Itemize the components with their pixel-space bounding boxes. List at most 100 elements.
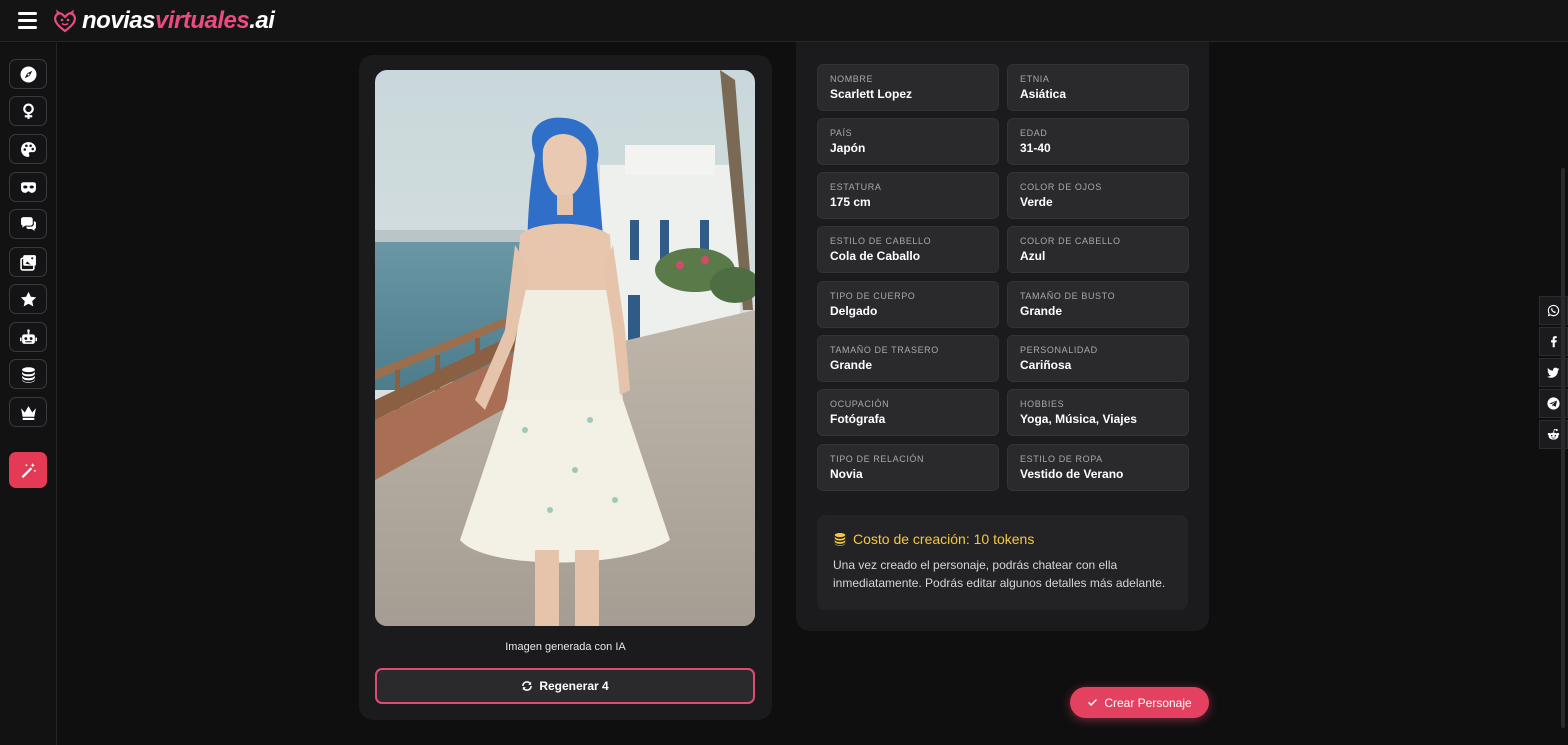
field-label: ESTILO DE ROPA xyxy=(1020,454,1103,464)
field-occupation: OCUPACIÓN Fotógrafa xyxy=(817,389,999,436)
robot-icon xyxy=(19,328,37,344)
field-label: TAMAÑO DE BUSTO xyxy=(1020,291,1116,301)
star-icon xyxy=(20,291,36,306)
field-label: TIPO DE RELACIÓN xyxy=(830,454,925,464)
creation-cost-text: Costo de creación: 10 tokens xyxy=(853,531,1035,547)
field-label: TAMAÑO DE TRASERO xyxy=(830,345,939,355)
field-label: TIPO DE CUERPO xyxy=(830,291,916,301)
details-panel: NOMBRE Scarlett Lopez ETNIA Asiática PAÍ… xyxy=(796,42,1209,631)
logo[interactable]: noviasvirtuales.ai xyxy=(52,6,275,36)
creation-cost-box: Costo de creación: 10 tokens Una vez cre… xyxy=(817,515,1188,610)
field-label: ESTATURA xyxy=(830,182,882,192)
field-ethnicity: ETNIA Asiática xyxy=(1007,64,1189,111)
field-label: ESTILO DE CABELLO xyxy=(830,236,932,246)
creation-cost-desc-line: Una vez creado el personaje, podrás chat… xyxy=(833,558,1118,572)
field-value: Grande xyxy=(1020,304,1063,318)
logo-word-ai: .ai xyxy=(249,7,275,34)
sidebar-item-create[interactable] xyxy=(9,134,47,164)
page-scrollbar[interactable] xyxy=(1561,168,1565,728)
field-butt-size: TAMAÑO DE TRASERO Grande xyxy=(817,335,999,382)
check-icon xyxy=(1088,699,1098,706)
image-panel: Imagen generada con IA Regenerar 4 xyxy=(359,55,772,720)
field-label: HOBBIES xyxy=(1020,399,1065,409)
top-bar: noviasvirtuales.ai xyxy=(0,0,1568,42)
sidebar-item-premium[interactable] xyxy=(9,397,47,427)
field-value: Asiática xyxy=(1020,87,1067,101)
field-relationship-type: TIPO DE RELACIÓN Novia xyxy=(817,444,999,491)
field-eye-color: COLOR DE OJOS Verde xyxy=(1007,172,1189,219)
field-value: Azul xyxy=(1020,249,1046,263)
image-caption: Imagen generada con IA xyxy=(505,641,626,653)
create-character-button[interactable]: Crear Personaje xyxy=(1070,687,1209,718)
female-icon xyxy=(22,103,34,119)
coins-icon xyxy=(834,533,846,546)
regenerate-label: Regenerar 4 xyxy=(539,679,609,693)
sidebar-item-gallery[interactable] xyxy=(9,247,47,277)
regenerate-button[interactable]: Regenerar 4 xyxy=(375,668,755,704)
mask-icon xyxy=(20,181,36,193)
images-icon xyxy=(19,254,36,271)
palette-icon xyxy=(20,141,36,157)
coins-icon xyxy=(21,366,35,383)
field-bust-size: TAMAÑO DE BUSTO Grande xyxy=(1007,281,1189,328)
field-value: Grande xyxy=(830,358,873,372)
reddit-icon xyxy=(1547,428,1560,440)
logo-text: noviasvirtuales.ai xyxy=(82,7,275,35)
field-name: NOMBRE Scarlett Lopez xyxy=(817,64,999,111)
twitter-icon xyxy=(1547,367,1560,378)
field-value: Novia xyxy=(830,467,863,481)
field-height: ESTATURA 175 cm xyxy=(817,172,999,219)
field-label: OCUPACIÓN xyxy=(830,399,890,409)
field-label: NOMBRE xyxy=(830,74,874,84)
whatsapp-icon xyxy=(1547,304,1560,317)
sidebar-item-favorites[interactable] xyxy=(9,284,47,314)
field-label: EDAD xyxy=(1020,128,1048,138)
field-hair-style: ESTILO DE CABELLO Cola de Caballo xyxy=(817,226,999,273)
compass-icon xyxy=(20,66,36,82)
field-value: Verde xyxy=(1020,195,1053,209)
sidebar-item-ai[interactable] xyxy=(9,322,47,352)
character-photo-illustration xyxy=(375,70,755,626)
field-label: PERSONALIDAD xyxy=(1020,345,1098,355)
creation-cost-description: Una vez creado el personaje, podrás chat… xyxy=(833,556,1172,592)
creation-cost-desc-line: inmediatamente. Podrás editar algunos de… xyxy=(833,576,1166,590)
crown-icon xyxy=(20,405,36,420)
logo-word-virtuales: virtuales xyxy=(155,7,250,34)
field-value: Delgado xyxy=(830,304,878,318)
field-label: ETNIA xyxy=(1020,74,1050,84)
field-hair-color: COLOR DE CABELLO Azul xyxy=(1007,226,1189,273)
logo-word-novias: novias xyxy=(82,7,156,34)
hamburger-menu-icon[interactable] xyxy=(18,12,37,29)
field-value: Cariñosa xyxy=(1020,358,1072,372)
field-personality: PERSONALIDAD Cariñosa xyxy=(1007,335,1189,382)
sidebar-item-explore[interactable] xyxy=(9,59,47,89)
refresh-icon xyxy=(522,681,533,691)
telegram-icon xyxy=(1547,397,1560,410)
field-hobbies: HOBBIES Yoga, Música, Viajes xyxy=(1007,389,1189,436)
facebook-icon xyxy=(1551,336,1557,348)
creation-cost-title: Costo de creación: 10 tokens xyxy=(833,531,1172,547)
sidebar-item-create-character[interactable] xyxy=(9,452,47,488)
field-value: Scarlett Lopez xyxy=(830,87,913,101)
field-value: Yoga, Música, Viajes xyxy=(1020,412,1137,426)
field-value: 31-40 xyxy=(1020,141,1051,155)
field-body-type: TIPO DE CUERPO Delgado xyxy=(817,281,999,328)
field-clothing-style: ESTILO DE ROPA Vestido de Verano xyxy=(1007,444,1189,491)
field-value: Japón xyxy=(830,141,866,155)
field-label: PAÍS xyxy=(830,128,853,138)
field-age: EDAD 31-40 xyxy=(1007,118,1189,165)
devil-heart-icon xyxy=(54,9,76,33)
field-value: Fotógrafa xyxy=(830,412,886,426)
sidebar-item-chats[interactable] xyxy=(9,209,47,239)
sidebar-item-roleplay[interactable] xyxy=(9,172,47,202)
sidebar-item-tokens[interactable] xyxy=(9,359,47,389)
field-country: PAÍS Japón xyxy=(817,118,999,165)
magic-wand-icon xyxy=(21,462,36,478)
sidebar-item-girlfriends[interactable] xyxy=(9,96,47,126)
field-label: COLOR DE OJOS xyxy=(1020,182,1102,192)
create-character-label: Crear Personaje xyxy=(1104,695,1192,710)
field-label: COLOR DE CABELLO xyxy=(1020,236,1121,246)
field-value: 175 cm xyxy=(830,195,871,209)
field-value: Vestido de Verano xyxy=(1020,467,1124,481)
character-photo xyxy=(375,70,755,626)
